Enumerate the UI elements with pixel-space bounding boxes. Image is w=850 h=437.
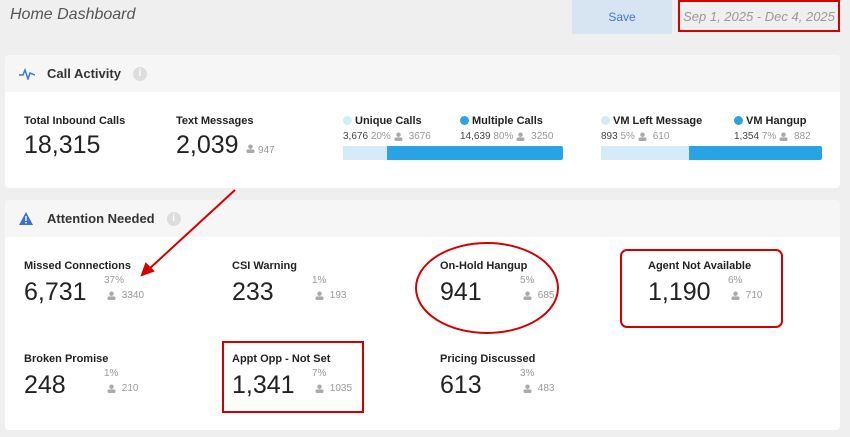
attention-item[interactable]: Missed Connections 6,731 37% 3340 [24, 260, 224, 307]
contacts-count: 210 [121, 383, 139, 394]
metric-label: Broken Promise [24, 353, 109, 365]
metric-pct: 7% [312, 368, 327, 379]
person-icon [394, 132, 403, 141]
info-icon[interactable]: i [132, 66, 147, 81]
attention-item[interactable]: Pricing Discussed 613 3% 483 [440, 353, 640, 400]
value: 893 [601, 131, 618, 142]
metric-pct: 37% [104, 275, 125, 286]
value: 14,639 [460, 131, 491, 142]
vm-split: VM Left Message VM Hangup 893 5% 610 1,3… [601, 115, 822, 160]
legend-dot [601, 116, 610, 125]
section-title: Attention Needed [47, 211, 155, 226]
metric-label: Missed Connections [24, 260, 131, 272]
contacts-count: 710 [745, 290, 763, 301]
bar-fill-unique [343, 146, 387, 160]
person-icon [523, 384, 532, 393]
contacts-count: 3340 [121, 290, 145, 301]
person-icon [315, 384, 324, 393]
info-icon[interactable]: i [166, 211, 181, 226]
contacts: 3676 [408, 131, 431, 142]
bar-fill-vm-left [601, 146, 689, 160]
person-icon [523, 291, 532, 300]
metric-label: Appt Opp - Not Set [232, 353, 331, 365]
warning-icon [19, 212, 47, 225]
contacts-count: 947 [258, 145, 275, 156]
call-activity-card: Call Activity i Total Inbound Calls 18,3… [5, 55, 840, 188]
metric-label: CSI Warning [232, 260, 297, 272]
metric-pct: 5% [520, 275, 535, 286]
metric-pct: 6% [728, 275, 743, 286]
contacts-count: 483 [537, 383, 555, 394]
person-icon [638, 132, 647, 141]
person-icon [779, 132, 788, 141]
attention-item[interactable]: Appt Opp - Not Set 1,341 7% 1035 [232, 353, 432, 400]
legend-dot [460, 116, 469, 125]
attention-item[interactable]: Broken Promise 248 1% 210 [24, 353, 224, 400]
pct: 80% [493, 131, 514, 142]
value: 3,676 [343, 131, 369, 142]
section-title: Call Activity [47, 66, 121, 81]
legend-label: VM Left Message [613, 115, 703, 127]
pct: 20% [370, 131, 391, 142]
metric-label: On-Hold Hangup [440, 260, 528, 272]
attention-item[interactable]: Agent Not Available 1,190 6% 710 [648, 260, 848, 307]
metric-value: 2,039 [176, 131, 239, 159]
contacts-count: 685 [537, 290, 555, 301]
metric-label: Total Inbound Calls [24, 115, 126, 127]
attention-needed-card: Attention Needed i Missed Connections 6,… [5, 200, 840, 430]
person-icon [107, 291, 116, 300]
pct: 5% [620, 131, 635, 142]
person-icon [516, 132, 525, 141]
person-icon [315, 291, 324, 300]
legend-label: VM Hangup [746, 115, 807, 127]
vm-split-bar [601, 146, 822, 160]
pct: 7% [761, 131, 777, 142]
metric-pct: 1% [104, 368, 119, 379]
contacts: 882 [794, 131, 811, 142]
metric-label: Agent Not Available [648, 260, 752, 272]
contacts-count: 1035 [329, 383, 353, 394]
legend-label: Unique Calls [355, 115, 422, 127]
metric-label: Pricing Discussed [440, 353, 536, 365]
legend-label: Multiple Calls [472, 115, 543, 127]
legend-dot [734, 116, 743, 125]
save-button[interactable]: Save [572, 0, 672, 34]
metric-pct: 3% [520, 368, 535, 379]
total-inbound-calls: Total Inbound Calls 18,315 [24, 115, 125, 160]
date-range-picker[interactable]: Sep 1, 2025 - Dec 4, 2025 [678, 0, 840, 32]
activity-icon [19, 67, 47, 80]
page-title: Home Dashboard [10, 6, 136, 23]
contacts-count: 193 [329, 290, 347, 301]
calls-split: Unique Calls Multiple Calls 3,676 20% 36… [343, 115, 563, 160]
legend-dot [343, 116, 352, 125]
attention-header: Attention Needed i [5, 200, 840, 237]
call-activity-header: Call Activity i [5, 55, 840, 92]
text-messages: Text Messages 2,039 947 [176, 115, 275, 160]
attention-item[interactable]: On-Hold Hangup 941 5% 685 [440, 260, 640, 307]
value: 1,354 [734, 131, 760, 142]
attention-item[interactable]: CSI Warning 233 1% 193 [232, 260, 432, 307]
contacts: 3250 [531, 131, 554, 142]
person-icon [731, 291, 740, 300]
metric-value: 18,315 [24, 131, 101, 159]
metric-label: Text Messages [176, 115, 254, 127]
person-icon [246, 144, 255, 154]
metric-pct: 1% [312, 275, 327, 286]
contacts: 610 [652, 131, 670, 142]
person-icon [107, 384, 116, 393]
calls-split-bar [343, 146, 563, 160]
